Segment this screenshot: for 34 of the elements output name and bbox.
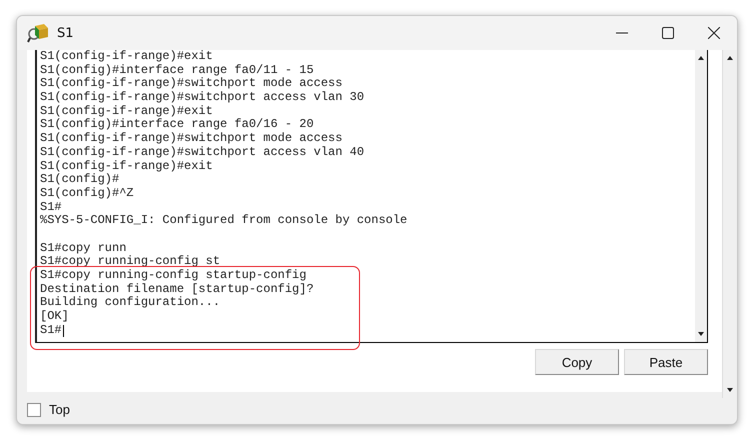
- scrollbar[interactable]: [695, 50, 707, 342]
- console-line: S1(config)#: [40, 173, 120, 187]
- console-button[interactable]: Copy: [535, 349, 619, 375]
- scroll-up-icon[interactable]: [697, 54, 705, 62]
- console-line: S1(config)#^Z: [40, 186, 134, 201]
- console-line: S1#copy running-config st: [40, 255, 220, 269]
- console-line: S1(config-if-range)#exit: [40, 50, 213, 64]
- minimize-icon: [616, 32, 628, 34]
- console-line: S1(config)#interface range fa0/11 - 15: [40, 64, 314, 77]
- console-button[interactable]: Paste: [624, 349, 708, 375]
- window-title: S1: [57, 26, 75, 40]
- console-line: S1#: [40, 324, 62, 338]
- console-line: S1(config-if-range)#switchport mode access: [40, 77, 342, 91]
- scroll-down-icon[interactable]: [697, 330, 705, 338]
- console-line: %SYS-5-CONFIG_I: Configured from console by console: [40, 214, 408, 228]
- console-line: S1(config-if-range)#exit: [40, 104, 213, 118]
- console-line: Destination filename [startup-config]?: [40, 282, 314, 296]
- console-line: S1(config-if-range)#switchport mode access: [40, 132, 342, 146]
- console-line: S1#copy running-config startup-config: [40, 269, 306, 283]
- console-line: [OK]: [40, 310, 69, 324]
- console-line: S1#copy runn: [40, 242, 126, 255]
- console-line: S1(config-if-range)#switchport access vlan 30: [40, 91, 364, 105]
- checkbox[interactable]: [27, 402, 41, 416]
- console-line: S1#: [40, 200, 62, 214]
- console-line: S1(config)#interface range fa0/16 - 20: [40, 118, 314, 132]
- console-line: S1(config-if-range)#switchport access vlan 40: [40, 146, 364, 160]
- scroll-up-icon[interactable]: [726, 54, 734, 62]
- maximize-icon: [662, 27, 674, 39]
- scroll-down-icon[interactable]: [726, 386, 734, 394]
- close-icon: [708, 27, 720, 39]
- switch-icon: [27, 23, 49, 43]
- console-line: Building configuration...: [40, 296, 220, 310]
- checkbox-label: Top: [49, 402, 70, 417]
- console-line: S1(config-if-range)#exit: [40, 160, 213, 173]
